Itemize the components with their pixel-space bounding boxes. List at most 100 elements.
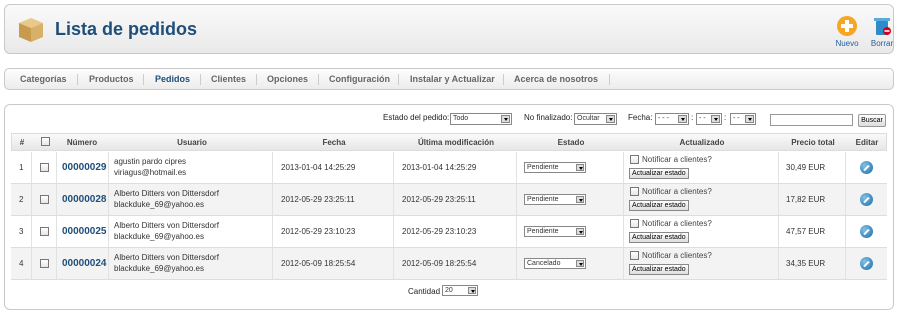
column-divider	[778, 216, 779, 247]
tab-opciones[interactable]: Opciones	[267, 74, 308, 84]
order-number-link[interactable]: 00000029	[62, 162, 107, 173]
status-value: Pendiente	[527, 228, 559, 235]
page-title: Lista de pedidos	[55, 19, 198, 39]
col-precio-total: Precio total	[791, 138, 835, 147]
row-checkbox[interactable]	[40, 195, 49, 204]
chevron-down-icon	[576, 196, 584, 203]
row-checkbox[interactable]	[40, 227, 49, 236]
status-filter-label: Estado del pedido:	[383, 113, 450, 122]
tab-divider	[200, 74, 201, 85]
date-day-value: - -	[733, 115, 740, 122]
quantity-value: 20	[445, 287, 453, 294]
column-divider	[31, 248, 32, 279]
update-status-button[interactable]: Actualizar estado	[629, 200, 689, 211]
order-number-link[interactable]: 00000024	[62, 258, 107, 269]
order-number-link[interactable]: 00000025	[62, 226, 107, 237]
status-value: Cancelado	[527, 260, 561, 267]
row-checkbox[interactable]	[40, 259, 49, 268]
search-button[interactable]: Buscar	[858, 114, 886, 127]
column-divider	[272, 248, 273, 279]
tab-acerca-de-nosotros[interactable]: Acerca de nosotros	[514, 74, 598, 84]
notify-customer-label: Notificar a clientes?	[642, 155, 712, 164]
col-editar: Editar	[855, 138, 879, 147]
user-email: blackduke_69@yahoo.es	[114, 200, 204, 209]
tab-productos[interactable]: Productos	[89, 74, 134, 84]
column-divider	[393, 152, 394, 183]
column-divider	[845, 248, 846, 279]
status-select[interactable]: Pendiente	[524, 162, 586, 173]
row-index: 1	[19, 163, 24, 172]
chevron-down-icon	[468, 287, 476, 294]
column-divider	[31, 152, 32, 183]
column-divider	[778, 248, 779, 279]
column-divider	[56, 248, 57, 279]
date-year-value: - - -	[658, 115, 669, 122]
column-divider	[845, 216, 846, 247]
edit-icon[interactable]	[860, 161, 873, 174]
order-date: 2012-05-29 23:25:11	[281, 195, 355, 204]
chevron-down-icon	[576, 228, 584, 235]
notify-customer-checkbox[interactable]	[630, 251, 639, 260]
date-month-select[interactable]: - -	[696, 113, 722, 125]
status-value: Pendiente	[527, 196, 559, 203]
new-button-label: Nuevo	[835, 39, 859, 48]
column-divider	[516, 184, 517, 215]
edit-icon[interactable]	[860, 225, 873, 238]
row-index: 3	[19, 227, 24, 236]
order-price: 34,35 EUR	[786, 259, 826, 268]
update-status-button[interactable]: Actualizar estado	[629, 168, 689, 179]
status-select[interactable]: Pendiente	[524, 226, 586, 237]
update-status-button[interactable]: Actualizar estado	[629, 232, 689, 243]
unfinished-filter-select[interactable]: Ocultar	[574, 113, 617, 125]
new-button[interactable]: Nuevo	[827, 15, 867, 48]
notify-customer-checkbox[interactable]	[630, 187, 639, 196]
delete-button-label: Borrar	[870, 39, 894, 48]
date-day-select[interactable]: - -	[730, 113, 756, 125]
order-date: 2013-01-04 14:25:29	[281, 163, 356, 172]
user-name: Alberto Ditters von Dittersdorf	[114, 221, 219, 230]
date-month-value: - -	[699, 115, 706, 122]
tab-clientes[interactable]: Clientes	[211, 74, 246, 84]
status-select[interactable]: Cancelado	[524, 258, 586, 269]
edit-icon[interactable]	[860, 193, 873, 206]
order-price: 17,82 EUR	[786, 195, 826, 204]
search-input[interactable]	[770, 114, 853, 126]
chevron-down-icon	[501, 115, 510, 123]
tab-instalar-actualizar[interactable]: Instalar y Actualizar	[410, 74, 495, 84]
quantity-select[interactable]: 20	[442, 285, 478, 296]
order-price: 47,57 EUR	[786, 227, 826, 236]
status-select[interactable]: Pendiente	[524, 194, 586, 205]
edit-icon[interactable]	[860, 257, 873, 270]
status-filter-select[interactable]: Todo	[450, 113, 512, 125]
tab-configuracion[interactable]: Configuración	[329, 74, 390, 84]
tab-divider	[318, 74, 319, 85]
tab-categorias[interactable]: Categorías	[20, 74, 67, 84]
column-divider	[31, 184, 32, 215]
chevron-down-icon	[576, 260, 584, 267]
order-number-link[interactable]: 00000028	[62, 194, 107, 205]
update-status-button[interactable]: Actualizar estado	[629, 264, 689, 275]
column-divider	[623, 184, 624, 215]
chevron-down-icon	[745, 115, 754, 123]
notify-customer-label: Notificar a clientes?	[642, 219, 712, 228]
package-icon	[19, 18, 43, 42]
tab-divider	[143, 74, 144, 85]
column-divider	[56, 152, 57, 183]
chevron-down-icon	[678, 115, 687, 123]
tab-divider	[256, 74, 257, 85]
column-divider	[56, 184, 57, 215]
select-all-checkbox[interactable]	[41, 137, 50, 146]
column-divider	[516, 216, 517, 247]
main-nav-tabs: Categorías Productos Pedidos Clientes Op…	[4, 68, 894, 90]
column-divider	[516, 248, 517, 279]
delete-button[interactable]: Borrar	[862, 15, 900, 48]
notify-customer-checkbox[interactable]	[630, 155, 639, 164]
table-row: 2 00000028 Alberto Ditters von Dittersdo…	[11, 184, 887, 216]
date-year-select[interactable]: - - -	[655, 113, 689, 125]
tab-divider	[609, 74, 610, 85]
orders-table-header: # Número Usuario Fecha Última modificaci…	[11, 133, 887, 151]
row-checkbox[interactable]	[40, 163, 49, 172]
tab-pedidos[interactable]: Pedidos	[155, 74, 190, 84]
user-email: blackduke_69@yahoo.es	[114, 232, 204, 241]
notify-customer-checkbox[interactable]	[630, 219, 639, 228]
